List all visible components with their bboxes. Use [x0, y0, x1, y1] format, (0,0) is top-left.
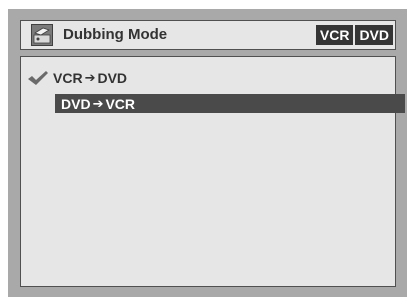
option-target: DVD — [97, 70, 128, 86]
options-panel: VCR ➔ DVD DVD ➔ VCR — [20, 56, 405, 287]
option-vcr-to-dvd[interactable]: VCR ➔ DVD — [53, 69, 127, 87]
option-source: DVD — [61, 95, 91, 112]
option-target: VCR — [105, 95, 136, 112]
menu-header: Dubbing Mode VCR DVD — [20, 20, 396, 50]
dubbing-mode-screen: Dubbing Mode VCR DVD VCR ➔ DVD DVD ➔ VCR — [8, 9, 407, 297]
option-dvd-to-vcr[interactable]: DVD ➔ VCR — [55, 94, 405, 113]
mode-badges: VCR DVD — [315, 25, 393, 45]
option-source: VCR — [53, 70, 83, 86]
dvd-badge: DVD — [355, 25, 393, 45]
checkmark-icon — [28, 71, 48, 85]
vcr-badge: VCR — [315, 25, 354, 45]
right-arrow-icon: ➔ — [84, 70, 96, 85]
right-arrow-icon: ➔ — [92, 95, 104, 111]
page-title: Dubbing Mode — [63, 26, 168, 43]
dubbing-icon — [31, 24, 53, 46]
